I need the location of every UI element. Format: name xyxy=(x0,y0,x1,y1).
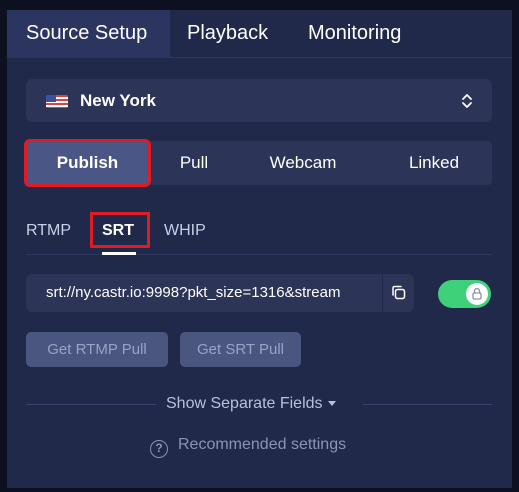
chevron-up-down-icon xyxy=(462,94,472,108)
question-circle-icon: ? xyxy=(150,440,168,458)
lock-icon xyxy=(472,287,482,300)
show-separate-fields-toggle[interactable]: Show Separate Fields xyxy=(166,395,336,413)
tab-monitoring[interactable]: Monitoring xyxy=(308,22,401,45)
recommended-settings-label: Recommended settings xyxy=(178,436,347,453)
copy-button[interactable] xyxy=(383,274,414,312)
region-select[interactable]: New York xyxy=(26,79,492,122)
tab-bar: Source Setup Playback Monitoring xyxy=(7,10,512,58)
mode-linked[interactable]: Linked xyxy=(394,141,474,185)
lock-toggle[interactable] xyxy=(438,280,491,308)
separator-left xyxy=(26,404,156,405)
mode-pull[interactable]: Pull xyxy=(164,141,224,185)
get-rtmp-pull-button[interactable]: Get RTMP Pull xyxy=(26,332,168,367)
protocol-whip[interactable]: WHIP xyxy=(164,222,206,240)
active-protocol-underline xyxy=(102,252,136,255)
get-srt-pull-button[interactable]: Get SRT Pull xyxy=(180,332,301,367)
region-label: New York xyxy=(80,91,156,110)
mode-publish[interactable]: Publish xyxy=(24,139,151,187)
protocol-divider xyxy=(26,254,492,255)
protocol-rtmp[interactable]: RTMP xyxy=(26,222,71,240)
copy-icon xyxy=(392,285,406,300)
recommended-settings-link[interactable]: ? Recommended settings xyxy=(150,436,346,458)
top-strip xyxy=(0,0,519,10)
protocol-srt[interactable]: SRT xyxy=(102,222,134,240)
stream-url-field[interactable]: srt://ny.castr.io:9998?pkt_size=1316&str… xyxy=(26,274,382,312)
mode-selector: Publish Pull Webcam Linked xyxy=(24,139,492,187)
stream-url-text: srt://ny.castr.io:9998?pkt_size=1316&str… xyxy=(46,284,341,301)
separator-right xyxy=(363,404,492,405)
tab-playback[interactable]: Playback xyxy=(187,22,268,45)
toggle-knob xyxy=(466,283,488,305)
mode-webcam[interactable]: Webcam xyxy=(262,141,344,185)
tab-source-setup[interactable]: Source Setup xyxy=(26,22,147,45)
caret-down-icon xyxy=(327,401,336,407)
show-separate-fields-label: Show Separate Fields xyxy=(166,395,323,412)
source-panel: Source Setup Playback Monitoring New Yor… xyxy=(7,10,512,488)
us-flag-icon xyxy=(46,95,68,108)
